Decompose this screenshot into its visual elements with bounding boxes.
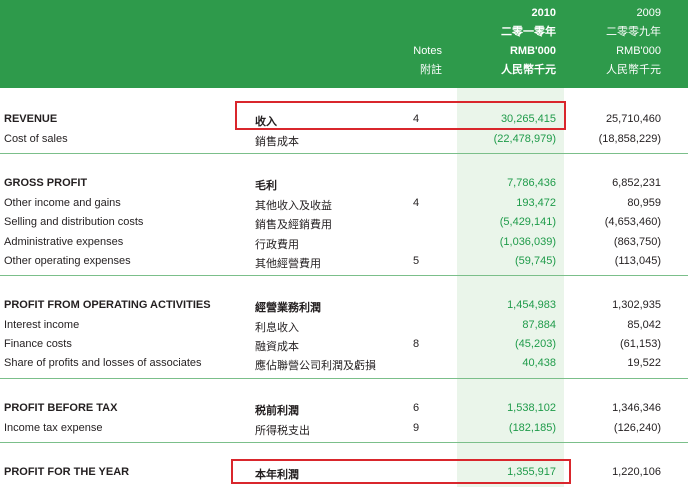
table-row-other-income: Other income and gains 其他收入及收益 4 193,472… xyxy=(0,194,688,214)
table-row-selling-costs: Selling and distribution costs 銷售及經銷費用 (… xyxy=(0,213,688,233)
row-label-zh: 行政費用 xyxy=(255,239,299,251)
table-row-gross-profit: GROSS PROFIT 毛利 7,786,436 6,852,231 xyxy=(0,174,688,194)
year-2009-unit-zh: 人民幣千元 xyxy=(606,64,661,76)
year-2010-zh: 二零一零年 xyxy=(501,26,556,38)
row-value-2009: (113,045) xyxy=(614,255,661,267)
row-label-zh: 毛利 xyxy=(255,180,277,192)
row-label-en: Other operating expenses xyxy=(4,255,131,267)
table-row-finance-costs: Finance costs 融資成本 8 (45,203) (61,153) xyxy=(0,335,688,355)
row-value-2009: (18,858,229) xyxy=(598,133,661,145)
row-note: 9 xyxy=(412,422,420,434)
table-row-cost-of-sales: Cost of sales 銷售成本 (22,478,979) (18,858,… xyxy=(0,130,688,150)
row-label-zh: 其他經營費用 xyxy=(255,258,321,270)
row-label-en: Interest income xyxy=(4,319,80,331)
row-value-2010: (1,036,039) xyxy=(499,236,556,248)
row-note: 6 xyxy=(412,402,420,414)
row-label-en: PROFIT FOR THE YEAR xyxy=(4,466,130,478)
row-value-2010: 1,454,983 xyxy=(507,299,556,311)
row-value-2010: 87,884 xyxy=(522,319,556,331)
section-divider xyxy=(0,442,688,443)
row-value-2010: 193,472 xyxy=(516,197,556,209)
row-value-2009: (126,240) xyxy=(613,422,661,434)
row-value-2009: 6,852,231 xyxy=(612,177,661,189)
table-row-interest-income: Interest income 利息收入 87,884 85,042 xyxy=(0,316,688,336)
table-row-other-operating-expenses: Other operating expenses 其他經營費用 5 (59,74… xyxy=(0,252,688,272)
row-label-zh: 經營業務利潤 xyxy=(255,302,321,314)
table-row-operating-profit: PROFIT FROM OPERATING ACTIVITIES 經營業務利潤 … xyxy=(0,296,688,316)
profit-highlight-box xyxy=(231,459,571,484)
row-label-zh: 銷售成本 xyxy=(255,136,299,148)
row-label-zh: 利息收入 xyxy=(255,322,299,334)
row-value-2009: (863,750) xyxy=(613,236,661,248)
row-value-2010: (59,745) xyxy=(515,255,556,267)
row-label-zh: 銷售及經銷費用 xyxy=(255,219,332,231)
row-label-en: Cost of sales xyxy=(4,133,68,145)
notes-header-en: Notes xyxy=(413,45,442,57)
year-2009-unit-en: RMB'000 xyxy=(616,45,661,57)
row-value-2009: (4,653,460) xyxy=(604,216,661,228)
row-value-2009: 1,220,106 xyxy=(612,466,661,478)
section-divider xyxy=(0,275,688,276)
row-label-en: Income tax expense xyxy=(4,422,103,434)
row-value-2010: 40,438 xyxy=(522,357,556,369)
row-value-2010: 1,538,102 xyxy=(507,402,556,414)
year-2010-header: 2010 二零一零年 RMB'000 人民幣千元 xyxy=(470,4,556,80)
section-divider xyxy=(0,378,688,379)
row-label-en: Selling and distribution costs xyxy=(4,216,144,228)
row-value-2010: (5,429,141) xyxy=(499,216,556,228)
row-value-2009: 80,959 xyxy=(627,197,661,209)
row-note: 8 xyxy=(412,338,420,350)
row-label-en: PROFIT BEFORE TAX xyxy=(4,402,118,414)
row-label-zh: 所得税支出 xyxy=(255,425,310,437)
year-2009-header: 2009 二零零九年 RMB'000 人民幣千元 xyxy=(575,4,661,80)
row-label-en: REVENUE xyxy=(4,113,58,125)
table-row-profit-before-tax: PROFIT BEFORE TAX 税前利潤 6 1,538,102 1,346… xyxy=(0,399,688,419)
row-label-zh: 其他收入及收益 xyxy=(255,200,332,212)
row-note: 4 xyxy=(412,197,420,209)
row-value-2010: (22,478,979) xyxy=(493,133,556,145)
table-row-income-tax: Income tax expense 所得税支出 9 (182,185) (12… xyxy=(0,419,688,439)
row-value-2009: 1,346,346 xyxy=(612,402,661,414)
row-label-en: PROFIT FROM OPERATING ACTIVITIES xyxy=(4,299,211,311)
year-2009-zh: 二零零九年 xyxy=(606,26,661,38)
row-value-2009: (61,153) xyxy=(620,338,661,350)
row-value-2009: 85,042 xyxy=(627,319,661,331)
year-2010-label: 2010 xyxy=(531,7,556,19)
row-label-en: Administrative expenses xyxy=(4,236,124,248)
row-value-2009: 1,302,935 xyxy=(612,299,661,311)
row-value-2010: (182,185) xyxy=(508,422,556,434)
row-label-zh: 税前利潤 xyxy=(255,405,299,417)
row-label-en: Other income and gains xyxy=(4,197,121,209)
row-label-en: GROSS PROFIT xyxy=(4,177,88,189)
table-row-share-of-associates: Share of profits and losses of associate… xyxy=(0,354,688,374)
row-label-zh: 應佔聯營公司利潤及虧損 xyxy=(255,360,376,372)
year-2009-label: 2009 xyxy=(636,7,661,19)
row-label-en: Finance costs xyxy=(4,338,72,350)
income-statement-page: Notes 附註 2010 二零一零年 RMB'000 人民幣千元 2009 二… xyxy=(0,0,688,487)
row-label-zh: 融資成本 xyxy=(255,341,299,353)
row-value-2009: 19,522 xyxy=(627,357,661,369)
notes-header-zh: 附註 xyxy=(420,64,442,76)
row-value-2010: 7,786,436 xyxy=(507,177,556,189)
row-value-2009: 25,710,460 xyxy=(605,113,661,125)
year-2010-unit-zh: 人民幣千元 xyxy=(501,64,556,76)
row-label-en: Share of profits and losses of associate… xyxy=(4,357,202,369)
table-row-admin-expenses: Administrative expenses 行政費用 (1,036,039)… xyxy=(0,233,688,253)
revenue-highlight-box xyxy=(235,101,566,130)
row-value-2010: (45,203) xyxy=(515,338,556,350)
notes-header: Notes 附註 xyxy=(400,42,442,80)
row-note: 5 xyxy=(412,255,420,267)
section-divider xyxy=(0,153,688,154)
year-2010-unit-en: RMB'000 xyxy=(509,45,556,57)
